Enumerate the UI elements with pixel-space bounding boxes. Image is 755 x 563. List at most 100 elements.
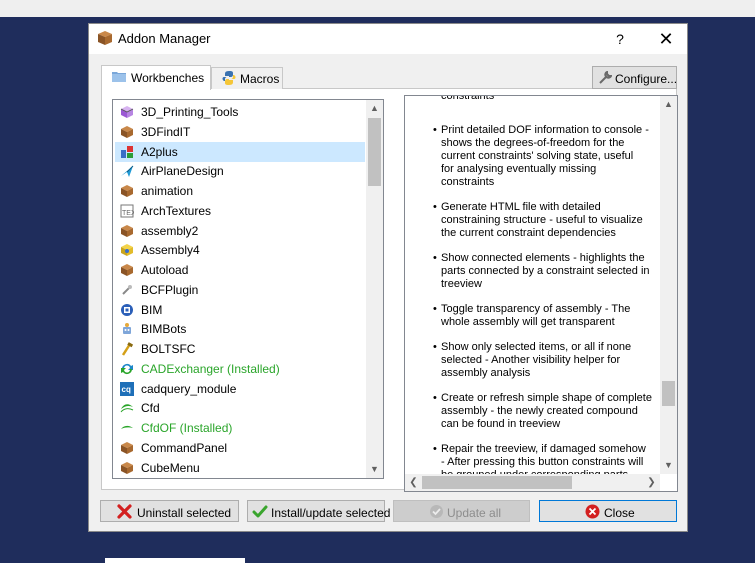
cube-icon (120, 106, 134, 118)
install-label: Install/update selected (271, 506, 391, 520)
cfdof-icon (121, 425, 133, 429)
description-line: constraints (441, 176, 495, 188)
desktop-top-strip (0, 0, 755, 17)
scroll-right-arrow-icon[interactable]: ❯ (643, 474, 660, 491)
addon-list-scrollbar[interactable]: ▲ ▼ (366, 100, 383, 478)
scroll-thumb[interactable] (368, 118, 381, 186)
check-icon (252, 505, 268, 518)
description-paragraph: • Print detailed DOF information to conso… (433, 124, 655, 189)
tab-macros-label: Macros (240, 72, 280, 86)
description-line: can be found in treeview (441, 418, 561, 430)
description-line: selected - Another visibility helper for (441, 354, 621, 366)
bullet-icon: • (433, 341, 437, 353)
list-item[interactable]: Autoload (115, 260, 365, 280)
list-item[interactable]: 3D_Printing_Tools (115, 102, 365, 122)
addon-name: animation (141, 184, 194, 198)
window-title: Addon Manager (118, 31, 211, 46)
bolt-icon (121, 342, 134, 356)
addon-description[interactable]: constraints • Print detailed DOF informati… (404, 95, 678, 492)
addon-name: A2plus (141, 144, 178, 159)
addon-name: BIMBots (141, 322, 187, 337)
package-icon (121, 461, 133, 474)
description-paragraph: • Show only selected items, or all if non… (433, 341, 655, 380)
list-item[interactable]: assembly2 (115, 221, 365, 241)
scroll-thumb[interactable] (422, 476, 572, 489)
tab-workbenches[interactable]: Workbenches (101, 65, 211, 90)
list-item[interactable]: Cfd (115, 398, 365, 418)
title-bar: Addon Manager ? ✕ (89, 24, 687, 54)
configure-label: Configure... (615, 72, 678, 86)
close-button[interactable]: Close (539, 500, 677, 522)
scroll-up-arrow-icon[interactable]: ▲ (660, 96, 677, 113)
description-line: Print detailed DOF information to consol… (441, 124, 649, 136)
airplane-icon (121, 165, 134, 178)
bullet-icon: • (433, 201, 437, 213)
package-icon (121, 125, 133, 138)
description-line: assembly - the newly created compound (441, 405, 638, 417)
addon-name: cadquery_module (141, 381, 237, 396)
list-item[interactable]: A2plus (115, 141, 365, 162)
list-item[interactable]: animation (115, 181, 365, 201)
bullet-icon: • (433, 392, 437, 404)
list-item[interactable]: CommandPanel (115, 438, 365, 458)
addon-name: 3DFindIT (141, 124, 191, 139)
list-item[interactable]: BIMBots (115, 319, 365, 339)
addon-name: Assembly4 (141, 243, 200, 258)
list-item[interactable]: CubeMenu (115, 458, 365, 478)
help-button[interactable]: ? (609, 29, 631, 49)
package-icon (98, 31, 112, 45)
description-line: current constraints' solving state, usef… (441, 150, 634, 162)
list-item[interactable]: BIM (115, 300, 365, 320)
description-hscrollbar[interactable]: ❮ ❯ (405, 474, 660, 491)
scroll-left-arrow-icon[interactable]: ❮ (405, 474, 422, 491)
list-item[interactable]: TEX ArchTextures (115, 201, 365, 221)
python-icon (222, 71, 236, 85)
addon-list[interactable]: 3D_Printing_Tools 3DFindIT A2plus AirPlaneD… (112, 99, 384, 479)
install-update-selected-button[interactable]: Install/update selected (247, 500, 390, 522)
description-vscrollbar[interactable]: ▲ ▼ (660, 96, 677, 474)
description-line: Repair the treeview, if damaged somehow (441, 443, 646, 455)
robot-icon (123, 323, 131, 335)
description-paragraph: • Create or refresh simple shape of compl… (433, 392, 655, 431)
tab-workbenches-label: Workbenches (131, 71, 205, 85)
cq-icon: cq (120, 381, 134, 396)
description-line: Create or refresh simple shape of comple… (441, 392, 652, 404)
list-item[interactable]: BCFPlugin (115, 280, 365, 300)
bullet-icon: • (433, 124, 437, 136)
bullet-icon: • (433, 443, 437, 455)
addon-name: Cfd (141, 401, 160, 416)
list-item[interactable]: 3DFindIT (115, 122, 365, 142)
addon-name: CfdOF (Installed) (141, 421, 233, 435)
description-paragraph: • Toggle transparency of assembly - The wh… (433, 303, 655, 329)
addon-name: assembly2 (141, 223, 199, 238)
scroll-down-arrow-icon[interactable]: ▼ (660, 457, 677, 474)
package-icon (121, 441, 133, 454)
uninstall-selected-button[interactable]: Uninstall selected (100, 500, 239, 522)
scroll-thumb[interactable] (662, 381, 675, 406)
tab-macros[interactable]: Macros (211, 67, 283, 89)
assembly-icon (121, 244, 133, 257)
description-paragraph: • Show connected elements - highlights th… (433, 252, 655, 291)
description-line: parts connected by a constraint selected… (441, 265, 650, 277)
list-item[interactable]: BOLTSFC (115, 339, 365, 359)
wrench-icon (599, 71, 612, 84)
addon-name: CommandPanel (141, 440, 228, 455)
scroll-down-arrow-icon[interactable]: ▼ (366, 461, 383, 478)
scroll-up-arrow-icon[interactable]: ▲ (366, 100, 383, 117)
update-all-button[interactable]: Update all (393, 500, 530, 522)
list-item[interactable]: Assembly4 (115, 240, 365, 260)
cadexchanger-icon (121, 363, 133, 374)
list-item[interactable]: AirPlaneDesign (115, 161, 365, 181)
description-line: whole assembly will get transparent (441, 316, 615, 328)
close-window-button[interactable]: ✕ (653, 28, 679, 50)
desktop-fragment (105, 558, 245, 563)
plugin-icon (122, 284, 132, 295)
close-label: Close (604, 506, 635, 520)
list-item[interactable]: CADExchanger (Installed) (115, 359, 365, 379)
addon-name: Autoload (141, 263, 189, 277)
description-line: constraints (441, 95, 495, 102)
list-item[interactable]: cq cadquery_module (115, 379, 365, 399)
texture-icon: TEX (120, 204, 134, 218)
list-item[interactable]: CfdOF (Installed) (115, 418, 365, 438)
configure-button[interactable]: Configure... (592, 66, 677, 89)
